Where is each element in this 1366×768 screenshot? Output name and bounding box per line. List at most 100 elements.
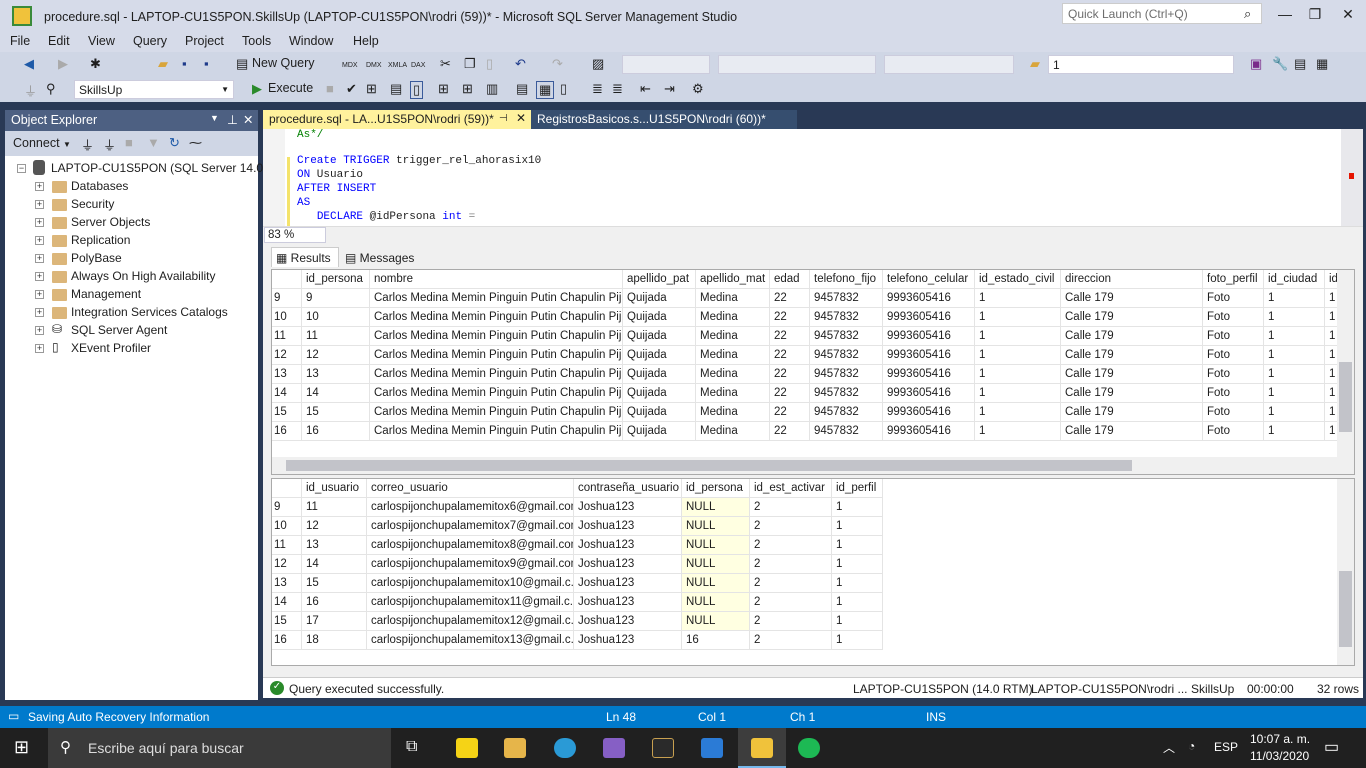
- clock-time[interactable]: 10:07 a. m.: [1250, 732, 1310, 746]
- activity-monitor-icon[interactable]: ▨: [592, 56, 604, 72]
- table-cell[interactable]: 17: [302, 612, 367, 631]
- column-header[interactable]: contraseña_usuario: [574, 479, 682, 498]
- table-cell[interactable]: Joshua123: [574, 574, 682, 593]
- language-indicator[interactable]: ESP: [1214, 740, 1238, 754]
- file-explorer-icon[interactable]: [504, 738, 526, 758]
- parse-icon[interactable]: ✔: [346, 81, 357, 97]
- expand-icon[interactable]: +: [35, 236, 44, 245]
- results-grid-usuario[interactable]: id_usuario correo_usuario contraseña_usuar…: [271, 478, 1355, 666]
- table-cell[interactable]: NULL: [682, 555, 750, 574]
- table-cell[interactable]: Foto: [1203, 384, 1264, 403]
- uncomment-icon[interactable]: ≣: [612, 81, 623, 97]
- table-cell[interactable]: 1: [832, 498, 883, 517]
- table-cell[interactable]: Medina: [696, 365, 770, 384]
- change-connection-icon[interactable]: ⚲: [46, 81, 56, 97]
- wps-office-icon[interactable]: [701, 738, 723, 758]
- table-cell[interactable]: Quijada: [623, 422, 696, 441]
- table-cell[interactable]: Foto: [1203, 308, 1264, 327]
- task-view-icon[interactable]: ⧉: [406, 738, 417, 756]
- column-header[interactable]: apellido_mat: [696, 270, 770, 289]
- column-header[interactable]: correo_usuario: [367, 479, 574, 498]
- table-cell[interactable]: NULL: [682, 574, 750, 593]
- windows-start-icon[interactable]: ⊞: [14, 737, 29, 758]
- solution-config-combo[interactable]: [622, 55, 710, 74]
- tree-node[interactable]: + ▯ XEvent Profiler: [5, 340, 258, 358]
- cancel-query-icon[interactable]: ■: [326, 81, 334, 96]
- visual-studio-icon[interactable]: [603, 738, 625, 758]
- table-cell[interactable]: 9457832: [810, 327, 883, 346]
- table-cell[interactable]: 2: [750, 536, 832, 555]
- open-file-icon[interactable]: ▰: [158, 56, 168, 72]
- save-icon[interactable]: ▪: [182, 56, 187, 71]
- table-cell[interactable]: 18: [302, 631, 367, 650]
- comment-icon[interactable]: ≣: [592, 81, 603, 97]
- results-to-text-icon[interactable]: ▤: [516, 81, 528, 97]
- paste-icon[interactable]: ▯: [486, 56, 493, 72]
- table-cell[interactable]: carlospijonchupalamemitox12@gmail.c...: [367, 612, 574, 631]
- taskbar-search[interactable]: ⚲ Escribe aquí para buscar: [48, 728, 391, 768]
- menu-edit[interactable]: Edit: [48, 34, 70, 48]
- table-cell[interactable]: Carlos Medina Memin Pinguin Putin Chapul…: [370, 289, 623, 308]
- column-header[interactable]: telefono_fijo: [810, 270, 883, 289]
- wifi-icon[interactable]: ◔: [1188, 739, 1195, 753]
- table-cell[interactable]: 22: [770, 403, 810, 422]
- column-header[interactable]: edad: [770, 270, 810, 289]
- column-header[interactable]: [272, 479, 302, 498]
- row-number[interactable]: 12: [272, 555, 302, 574]
- table-cell[interactable]: 1: [975, 346, 1061, 365]
- table-cell[interactable]: 2: [750, 574, 832, 593]
- table-cell[interactable]: 1: [1264, 346, 1325, 365]
- sticky-notes-icon[interactable]: [456, 738, 478, 758]
- table-cell[interactable]: 1: [832, 517, 883, 536]
- table-cell[interactable]: 1: [1264, 365, 1325, 384]
- table-cell[interactable]: 22: [770, 346, 810, 365]
- new-query-button[interactable]: New Query: [252, 56, 315, 70]
- table-cell[interactable]: 14: [302, 384, 370, 403]
- menu-project[interactable]: Project: [185, 34, 224, 48]
- tab-procedure-sql[interactable]: procedure.sql - LA...U1S5PON\rodri (59))…: [263, 110, 531, 129]
- table-cell[interactable]: 2: [750, 555, 832, 574]
- table-cell[interactable]: Quijada: [623, 327, 696, 346]
- row-number[interactable]: 9: [272, 289, 302, 308]
- table-cell[interactable]: Calle 179: [1061, 308, 1203, 327]
- table-cell[interactable]: 16: [302, 422, 370, 441]
- table-cell[interactable]: 1: [1264, 384, 1325, 403]
- league-of-legends-icon[interactable]: [652, 738, 674, 758]
- row-number[interactable]: 9: [272, 498, 302, 517]
- table-cell[interactable]: 9993605416: [883, 384, 975, 403]
- table-cell[interactable]: Foto: [1203, 403, 1264, 422]
- table-cell[interactable]: Quijada: [623, 365, 696, 384]
- results-to-file-icon[interactable]: ▯: [410, 81, 424, 99]
- table-cell[interactable]: NULL: [682, 517, 750, 536]
- close-button[interactable]: ✕: [1333, 6, 1363, 23]
- back-icon[interactable]: ◀: [24, 56, 34, 72]
- query-options-icon[interactable]: ⊞: [438, 81, 449, 97]
- table-cell[interactable]: Foto: [1203, 289, 1264, 308]
- dropdown-icon[interactable]: ▼: [210, 113, 219, 123]
- expand-icon[interactable]: +: [35, 272, 44, 281]
- table-cell[interactable]: 1: [1264, 403, 1325, 422]
- table-cell[interactable]: Joshua123: [574, 593, 682, 612]
- table-cell[interactable]: 9457832: [810, 384, 883, 403]
- column-header[interactable]: apellido_pat: [623, 270, 696, 289]
- table-cell[interactable]: Calle 179: [1061, 289, 1203, 308]
- table-cell[interactable]: 13: [302, 536, 367, 555]
- expand-icon[interactable]: +: [35, 308, 44, 317]
- table-cell[interactable]: Joshua123: [574, 498, 682, 517]
- undo-icon[interactable]: ↶: [515, 56, 526, 72]
- table-cell[interactable]: Joshua123: [574, 631, 682, 650]
- row-number[interactable]: 15: [272, 403, 302, 422]
- row-number[interactable]: 12: [272, 346, 302, 365]
- row-number[interactable]: 14: [272, 593, 302, 612]
- table-cell[interactable]: 1: [832, 574, 883, 593]
- table-cell[interactable]: 10: [302, 308, 370, 327]
- tab-messages[interactable]: ▤ Messages: [341, 248, 431, 267]
- row-number[interactable]: 10: [272, 308, 302, 327]
- table-cell[interactable]: Carlos Medina Memin Pinguin Putin Chapul…: [370, 346, 623, 365]
- horizontal-scrollbar[interactable]: [272, 457, 1354, 474]
- zoom-combo[interactable]: 83 %: [264, 227, 326, 243]
- maximize-button[interactable]: ❐: [1300, 6, 1330, 23]
- tree-node[interactable]: + Integration Services Catalogs: [5, 304, 258, 322]
- table-cell[interactable]: 22: [770, 327, 810, 346]
- table-cell[interactable]: 12: [302, 346, 370, 365]
